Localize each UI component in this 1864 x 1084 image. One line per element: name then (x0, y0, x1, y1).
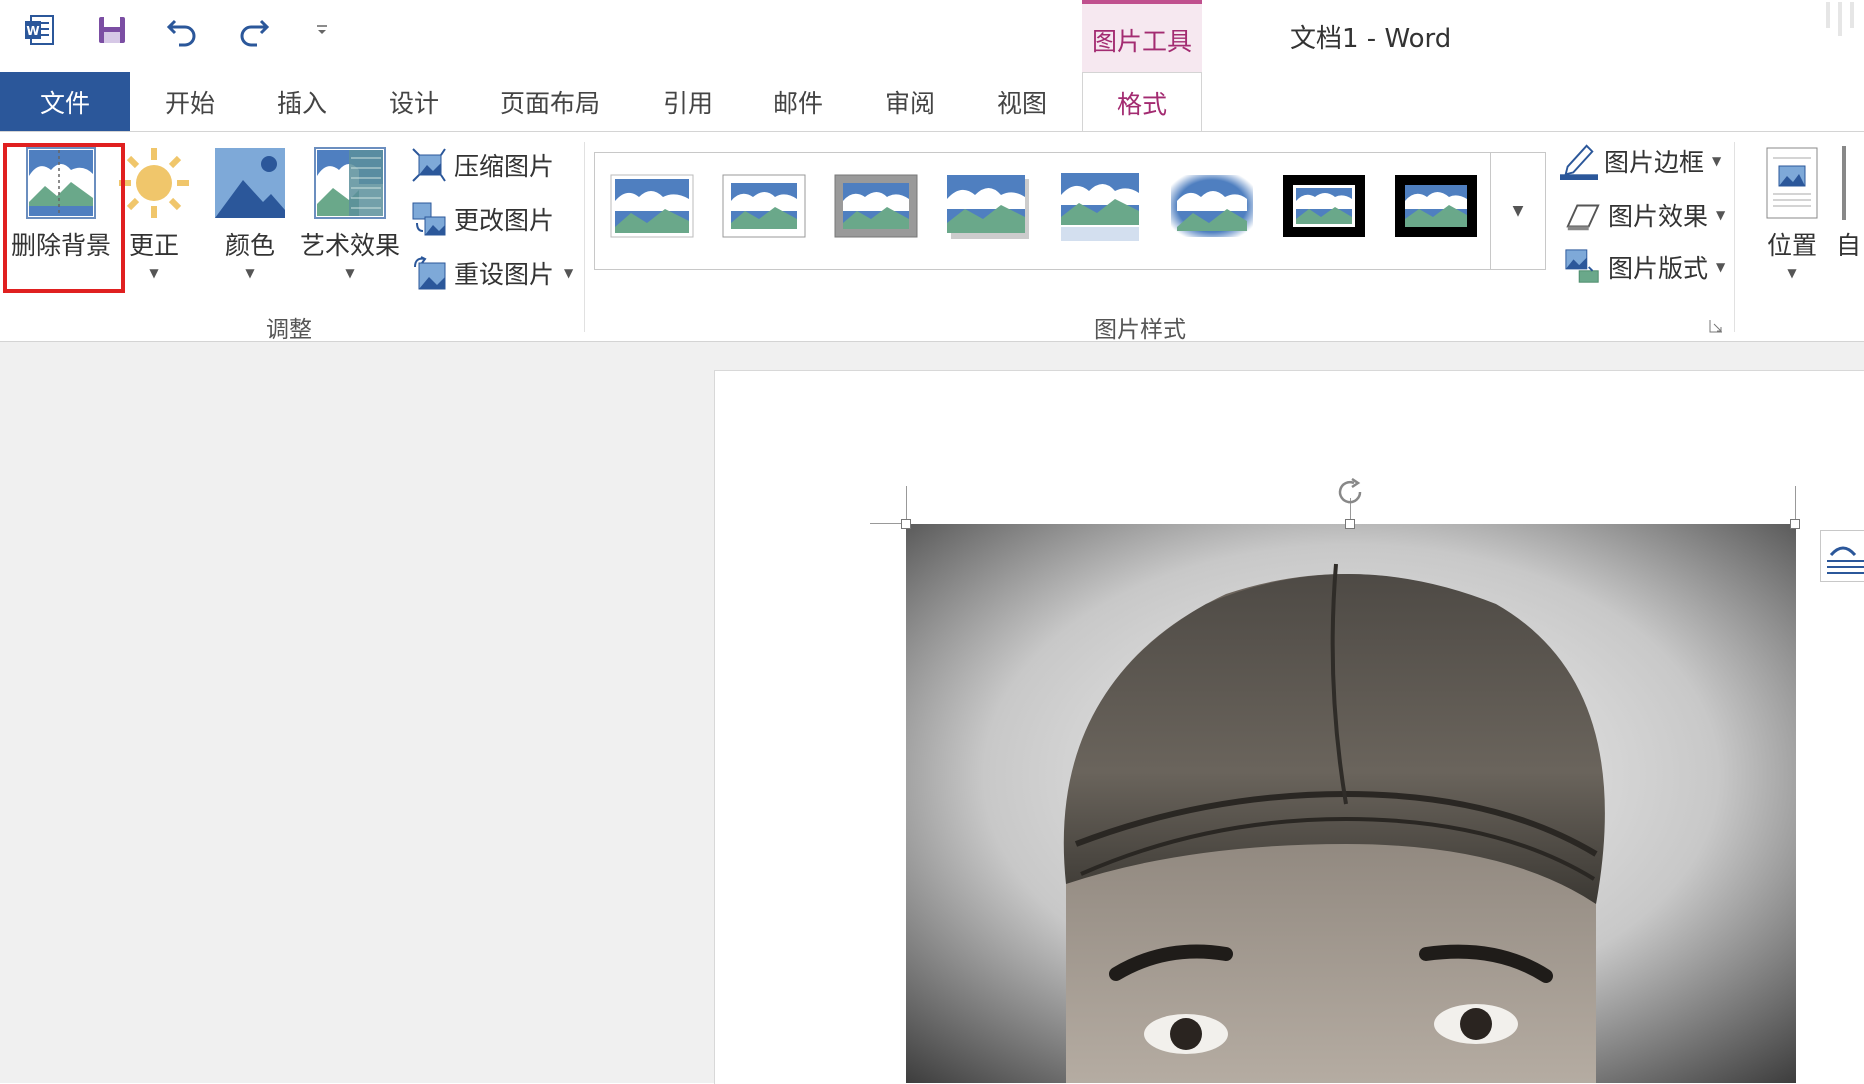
tab-home[interactable]: 开始 (150, 72, 230, 132)
picture-effects-button[interactable]: 图片效果 ▼ (1564, 196, 1725, 234)
picture-style-6[interactable] (1169, 171, 1255, 241)
color-button[interactable]: 颜色 ▼ (210, 146, 290, 280)
customize-qat-icon[interactable] (300, 8, 344, 52)
tab-view[interactable]: 视图 (982, 72, 1062, 132)
change-picture-icon (410, 200, 448, 238)
window-controls-fragment (1822, 0, 1864, 40)
change-picture-button[interactable]: 更改图片 (410, 200, 554, 238)
picture-border-icon (1560, 142, 1598, 180)
picture-layout-button[interactable]: 图片版式 ▼ (1564, 248, 1725, 286)
title-bar: W 图片工具 文档1 - Word (0, 0, 1864, 72)
compress-pictures-label: 压缩图片 (454, 152, 555, 181)
picture-border-label: 图片边框 (1604, 148, 1705, 177)
artistic-effects-icon (314, 147, 386, 219)
chevron-down-icon: ▼ (1712, 154, 1722, 168)
tab-file[interactable]: 文件 (0, 72, 130, 132)
corrections-button[interactable]: 更正 ▼ (119, 146, 189, 280)
picture-border-button[interactable]: 图片边框 ▼ (1560, 142, 1721, 180)
chevron-down-icon: ▼ (1716, 260, 1726, 274)
reset-picture-label: 重设图片 (454, 260, 555, 289)
compress-pictures-button[interactable]: 压缩图片 (410, 146, 554, 184)
group-separator (584, 142, 585, 332)
adjust-group-label: 调整 (266, 317, 312, 343)
redo-icon[interactable] (232, 8, 276, 52)
artistic-effects-button[interactable]: 艺术效果 ▼ (300, 146, 400, 280)
artistic-effects-label: 艺术效果 (300, 231, 401, 260)
picture-style-4[interactable] (945, 171, 1031, 241)
chevron-down-icon: ▼ (149, 266, 159, 280)
reset-picture-icon (410, 254, 448, 292)
corrections-label: 更正 (128, 231, 179, 260)
picture-style-2[interactable] (721, 171, 807, 241)
resize-handle-top-right[interactable] (1790, 519, 1800, 529)
sun-icon (119, 148, 189, 218)
picture-styles-gallery: ▼ (594, 152, 1546, 270)
rotate-handle-icon[interactable] (1336, 477, 1366, 512)
undo-icon[interactable] (160, 8, 204, 52)
chevron-down-icon: ▼ (1512, 203, 1524, 219)
position-label: 位置 (1766, 231, 1817, 260)
wrap-text-label: 自 (1836, 231, 1862, 256)
tab-review[interactable]: 审阅 (870, 72, 950, 132)
chevron-down-icon: ▼ (245, 266, 255, 280)
gallery-more-button[interactable]: ▼ (1490, 153, 1545, 269)
change-picture-label: 更改图片 (454, 206, 555, 235)
tab-format[interactable]: 格式 (1082, 72, 1202, 133)
position-button[interactable]: 位置 ▼ (1756, 146, 1828, 280)
picture-effects-label: 图片效果 (1608, 202, 1709, 231)
save-icon[interactable] (90, 8, 134, 52)
picture-layout-icon (1564, 248, 1602, 286)
group-separator (1734, 142, 1735, 332)
ribbon-tabs: 文件 开始 插入 设计 页面布局 引用 邮件 审阅 视图 格式 (0, 72, 1864, 133)
resize-handle-top-left[interactable] (901, 519, 911, 529)
picture-style-8[interactable] (1393, 171, 1479, 241)
dialog-launcher-icon[interactable] (1708, 318, 1724, 338)
tab-insert[interactable]: 插入 (262, 72, 342, 132)
picture-tools-header: 图片工具 (1082, 0, 1202, 72)
tab-page-layout[interactable]: 页面布局 (490, 72, 610, 132)
compress-pictures-icon (410, 146, 448, 184)
ribbon: 删除背景 更正 ▼ 颜色 ▼ 艺术效果 ▼ 压缩图片 更改图片 重设图片 ▼ 调… (0, 131, 1864, 343)
picture-layout-label: 图片版式 (1608, 254, 1709, 283)
picture-style-5[interactable] (1057, 171, 1143, 241)
picture-style-3[interactable] (833, 171, 919, 241)
picture-tools-label: 图片工具 (1091, 27, 1192, 56)
portrait-photo (906, 524, 1796, 1083)
tab-mailings[interactable]: 邮件 (758, 72, 838, 132)
tab-design[interactable]: 设计 (374, 72, 454, 132)
position-icon (1766, 147, 1818, 219)
window-title: 文档1 - Word (1290, 24, 1452, 54)
picture-color-icon (215, 148, 285, 218)
tab-references[interactable]: 引用 (648, 72, 728, 132)
picture-effects-icon (1564, 196, 1602, 234)
picture-styles-group-label: 图片样式 (1094, 317, 1186, 343)
picture-style-1[interactable] (609, 171, 695, 241)
chevron-down-icon: ▼ (345, 266, 355, 280)
wrap-text-button[interactable]: 自 (1836, 146, 1864, 256)
selected-picture[interactable] (906, 524, 1796, 1083)
chevron-down-icon: ▼ (1787, 266, 1797, 280)
resize-handle-top[interactable] (1345, 519, 1355, 529)
reset-picture-button[interactable]: 重设图片 ▼ (410, 254, 573, 292)
remove-background-highlight (3, 143, 125, 293)
color-label: 颜色 (224, 231, 275, 260)
layout-options-button[interactable] (1820, 530, 1864, 582)
picture-style-7[interactable] (1281, 171, 1367, 241)
layout-options-icon (1827, 546, 1864, 574)
chevron-down-icon: ▼ (1716, 208, 1726, 222)
chevron-down-icon: ▼ (564, 266, 574, 280)
word-logo-icon[interactable]: W (18, 8, 62, 52)
svg-text:W: W (26, 24, 39, 38)
